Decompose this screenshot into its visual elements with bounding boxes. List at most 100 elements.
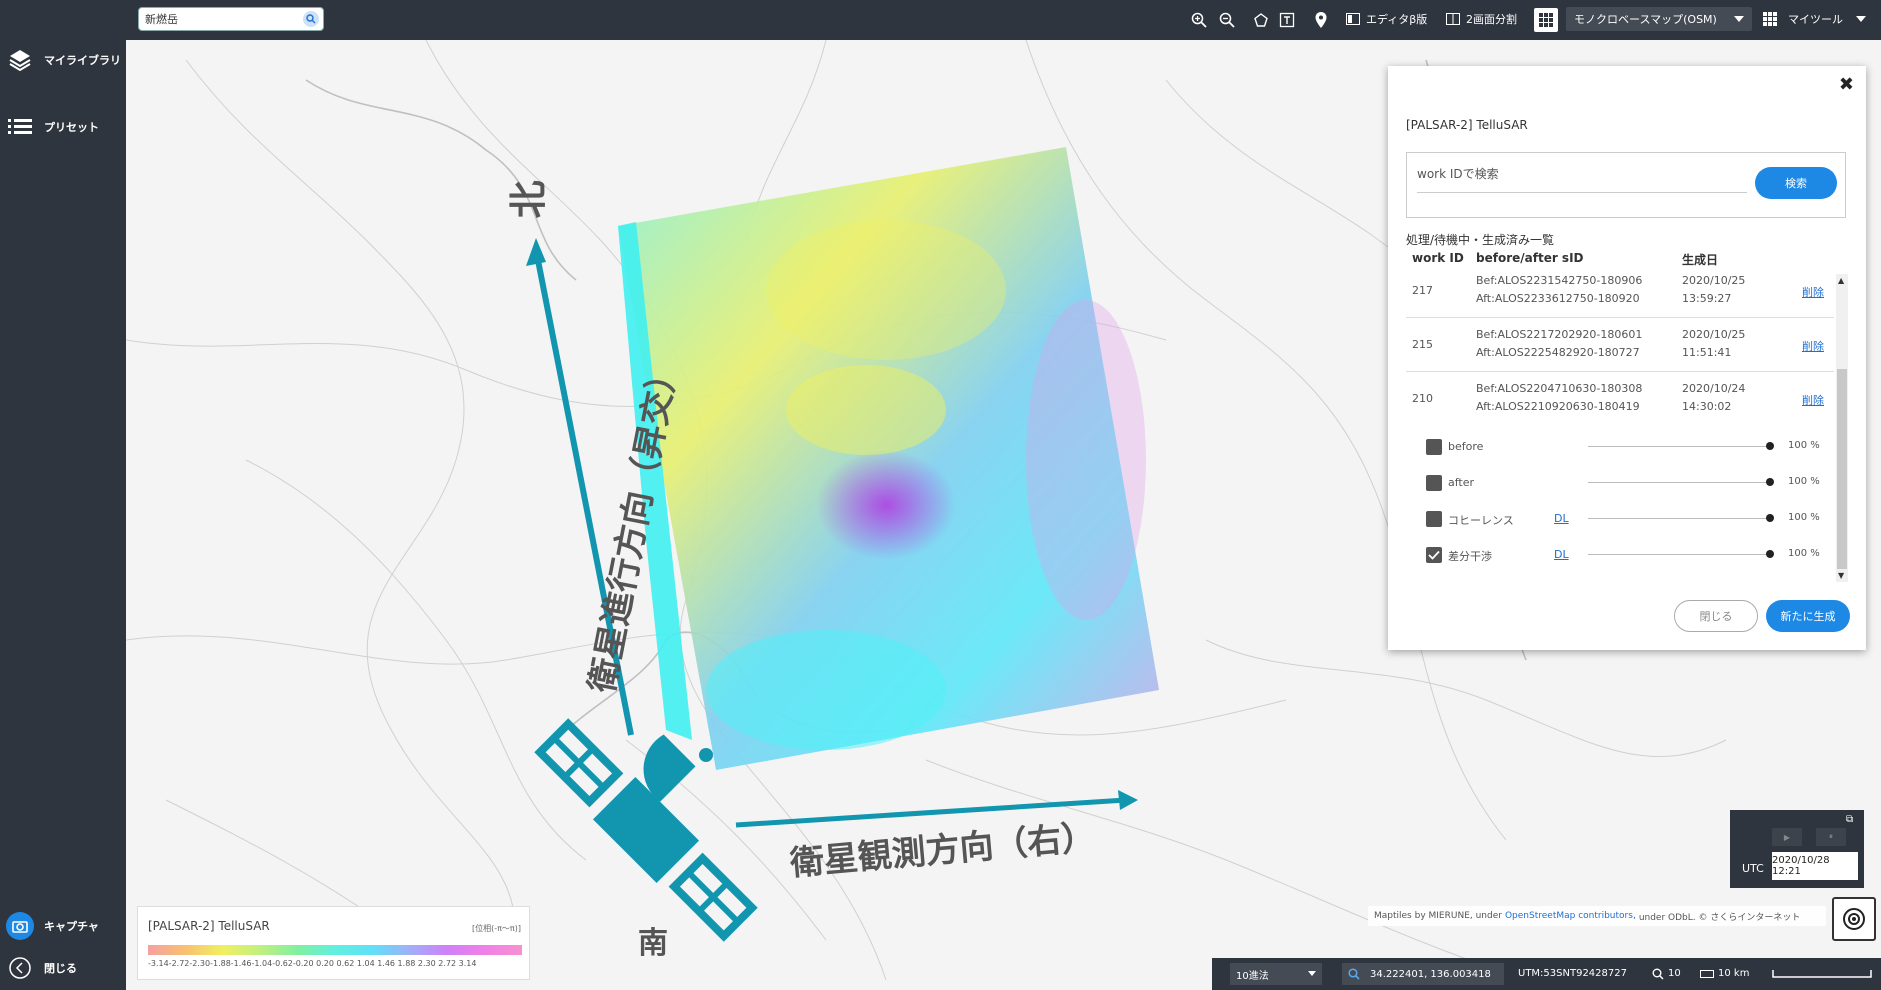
status-bar: 10進法 34.222401, 136.003418 UTM:53SNT9242… — [1212, 958, 1881, 990]
basemap-value: モノクロベースマップ(OSM) — [1574, 13, 1717, 26]
polygon-icon[interactable] — [1250, 9, 1272, 31]
south-label: 南 — [638, 926, 668, 961]
work-id-input[interactable]: work IDで検索 — [1417, 165, 1747, 193]
created-date: 2020/10/25 — [1682, 328, 1746, 341]
table-row[interactable]: 215 Bef:ALOS2217202920-180601 Aft:ALOS22… — [1406, 318, 1834, 372]
created-time: 13:59:27 — [1682, 292, 1732, 305]
timezone-label: UTC — [1742, 862, 1764, 875]
opacity-slider-handle[interactable] — [1766, 514, 1774, 522]
work-id: 217 — [1412, 284, 1433, 297]
my-tools-menu[interactable]: マイツール — [1762, 7, 1870, 31]
apps-grid-icon — [1763, 12, 1777, 26]
opacity-slider-handle[interactable] — [1766, 442, 1774, 450]
scroll-up-icon[interactable]: ▲ — [1838, 276, 1844, 285]
layer-row-coherence: コヒーレンス DL 100 % — [1426, 508, 1826, 530]
chevron-left-icon — [0, 956, 40, 980]
collapse-sidebar-button[interactable]: 閉じる — [0, 948, 126, 988]
opacity-slider-track[interactable] — [1588, 554, 1768, 555]
close-icon[interactable]: ✖ — [1839, 74, 1854, 95]
play-button[interactable]: ▶ — [1772, 828, 1802, 846]
datetime-field[interactable]: 2020/10/28 12:21 — [1772, 852, 1858, 880]
utm-readout: UTM:53SNT92428727 — [1518, 968, 1627, 979]
job-table: 217 Bef:ALOS2231542750-180906 Aft:ALOS22… — [1406, 274, 1834, 414]
opacity-slider-track[interactable] — [1588, 518, 1768, 519]
editor-label: エディタβ版 — [1366, 13, 1428, 26]
opacity-slider-track[interactable] — [1588, 482, 1768, 483]
generate-new-button[interactable]: 新たに生成 — [1766, 600, 1850, 632]
download-link[interactable]: DL — [1554, 548, 1569, 561]
place-search-input[interactable] — [145, 8, 295, 30]
opacity-slider-track[interactable] — [1588, 446, 1768, 447]
opacity-value: 100 % — [1788, 548, 1820, 559]
pause-button[interactable]: ⏸ — [1816, 828, 1846, 846]
time-widget: ▶ ⏸ ⧉ UTC 2020/10/28 12:21 — [1730, 810, 1864, 888]
opacity-value: 100 % — [1788, 512, 1820, 523]
work-id-search-button[interactable]: 検索 — [1755, 167, 1837, 199]
notation-select[interactable]: 10進法 — [1230, 963, 1322, 985]
search-icon[interactable] — [303, 11, 319, 27]
zoom-out-icon[interactable] — [1216, 9, 1238, 31]
layer-checkbox[interactable] — [1426, 475, 1442, 491]
sidebar-item-label: キャプチャ — [44, 920, 99, 933]
interferogram-overlay — [618, 147, 1159, 770]
legend-unit: [位相(-π～π)] — [471, 924, 521, 933]
after-sid: Aft:ALOS2233612750-180920 — [1476, 292, 1640, 305]
column-header: 生成日 — [1682, 253, 1719, 267]
my-tools-label: マイツール — [1788, 13, 1843, 26]
list-icon — [0, 117, 40, 137]
locate-button[interactable] — [1832, 897, 1876, 941]
delete-link[interactable]: 削除 — [1802, 392, 1824, 408]
chevron-down-icon — [1734, 16, 1744, 22]
legend-ticks: -3.14-2.72-2.30-1.88-1.46-1.04-0.62-0.20… — [148, 959, 477, 968]
sidebar: マイライブラリ プリセット キャプチャ 閉じる — [0, 0, 126, 990]
color-legend: [PALSAR-2] TelluSAR [位相(-π～π)] -3.14-2.7… — [137, 906, 530, 980]
editor-icon — [1346, 13, 1360, 25]
sidebar-item-preset[interactable]: プリセット — [0, 107, 126, 147]
panel-scrollbar[interactable]: ▲ ▼ — [1836, 274, 1848, 582]
download-link[interactable]: DL — [1554, 512, 1569, 525]
sidebar-item-label: マイライブラリ — [44, 54, 121, 67]
before-sid: Bef:ALOS2204710630-180308 — [1476, 382, 1643, 395]
capture-button[interactable]: キャプチャ — [0, 906, 126, 946]
osm-link[interactable]: OpenStreetMap contributors, — [1505, 911, 1636, 921]
work-id: 215 — [1412, 338, 1433, 351]
after-sid: Aft:ALOS2225482920-180727 — [1476, 346, 1640, 359]
after-sid: Aft:ALOS2210920630-180419 — [1476, 400, 1640, 413]
before-sid: Bef:ALOS2217202920-180601 — [1476, 328, 1643, 341]
attribution-suffix: under ODbL. © さくらインターネット — [1638, 912, 1801, 923]
external-link-icon[interactable]: ⧉ — [1846, 814, 1860, 828]
grid-toggle-button[interactable] — [1534, 8, 1558, 32]
created-time: 11:51:41 — [1682, 346, 1732, 359]
coordinate-field[interactable]: 34.222401, 136.003418 — [1342, 963, 1504, 985]
delete-link[interactable]: 削除 — [1802, 284, 1824, 300]
layer-checkbox-checked[interactable] — [1426, 547, 1442, 563]
opacity-slider-handle[interactable] — [1766, 478, 1774, 486]
zoom-in-icon[interactable] — [1188, 9, 1210, 31]
layers-icon — [0, 48, 40, 72]
scale-value: 10 km — [1718, 968, 1750, 979]
legend-colorbar — [148, 945, 522, 955]
text-tool-icon[interactable] — [1276, 9, 1298, 31]
layer-checkbox[interactable] — [1426, 439, 1442, 455]
sidebar-item-my-library[interactable]: マイライブラリ — [0, 40, 126, 80]
table-row[interactable]: 217 Bef:ALOS2231542750-180906 Aft:ALOS22… — [1406, 274, 1834, 318]
scroll-down-icon[interactable]: ▼ — [1838, 571, 1844, 580]
opacity-slider-handle[interactable] — [1766, 550, 1774, 558]
split-screen-button[interactable]: 2画面分割 — [1446, 7, 1517, 31]
scrollbar-thumb[interactable] — [1837, 369, 1847, 569]
work-id-search: work IDで検索 検索 — [1406, 152, 1846, 218]
editor-button[interactable]: エディタβ版 — [1346, 7, 1427, 31]
table-row[interactable]: 210 Bef:ALOS2204710630-180308 Aft:ALOS22… — [1406, 372, 1834, 414]
map-pin-icon[interactable] — [1310, 9, 1332, 31]
layer-name: after — [1448, 476, 1475, 489]
checkmark-icon — [1428, 550, 1440, 560]
panel-close-button[interactable]: 閉じる — [1674, 600, 1758, 632]
basemap-select[interactable]: モノクロベースマップ(OSM) — [1566, 7, 1752, 31]
attribution-prefix: Maptiles by MIERUNE, under — [1374, 911, 1502, 921]
layer-row-before: before 100 % — [1426, 436, 1826, 458]
delete-link[interactable]: 削除 — [1802, 338, 1824, 354]
tellusar-panel: ✖ [PALSAR-2] TelluSAR work IDで検索 検索 処理/待… — [1388, 66, 1866, 650]
created-date: 2020/10/25 — [1682, 274, 1746, 287]
grid-icon — [1539, 13, 1553, 27]
layer-checkbox[interactable] — [1426, 511, 1442, 527]
